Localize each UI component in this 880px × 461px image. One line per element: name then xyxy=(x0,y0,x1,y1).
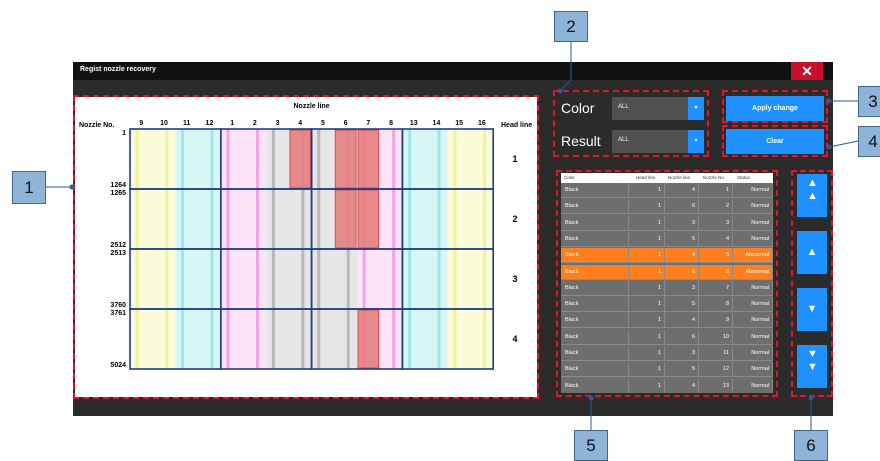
callout-6: 6 xyxy=(794,430,828,461)
callout-4: 4 xyxy=(858,126,880,157)
annotation-outline-2 xyxy=(553,90,709,157)
callout-1: 1 xyxy=(12,171,46,204)
close-button[interactable]: ✕ xyxy=(791,62,823,80)
annotation-outline-6 xyxy=(791,170,833,397)
title-bar: Regist nozzle recovery ✕ xyxy=(73,62,833,80)
callout-3: 3 xyxy=(858,86,880,117)
annotation-outline-4 xyxy=(722,125,828,157)
window-title: Regist nozzle recovery xyxy=(80,66,156,73)
annotation-outline-5 xyxy=(556,170,778,397)
annotation-outline-1 xyxy=(73,95,539,399)
annotation-outline-3 xyxy=(722,90,828,123)
callout-5: 5 xyxy=(574,430,608,461)
callout-2: 2 xyxy=(554,11,588,42)
